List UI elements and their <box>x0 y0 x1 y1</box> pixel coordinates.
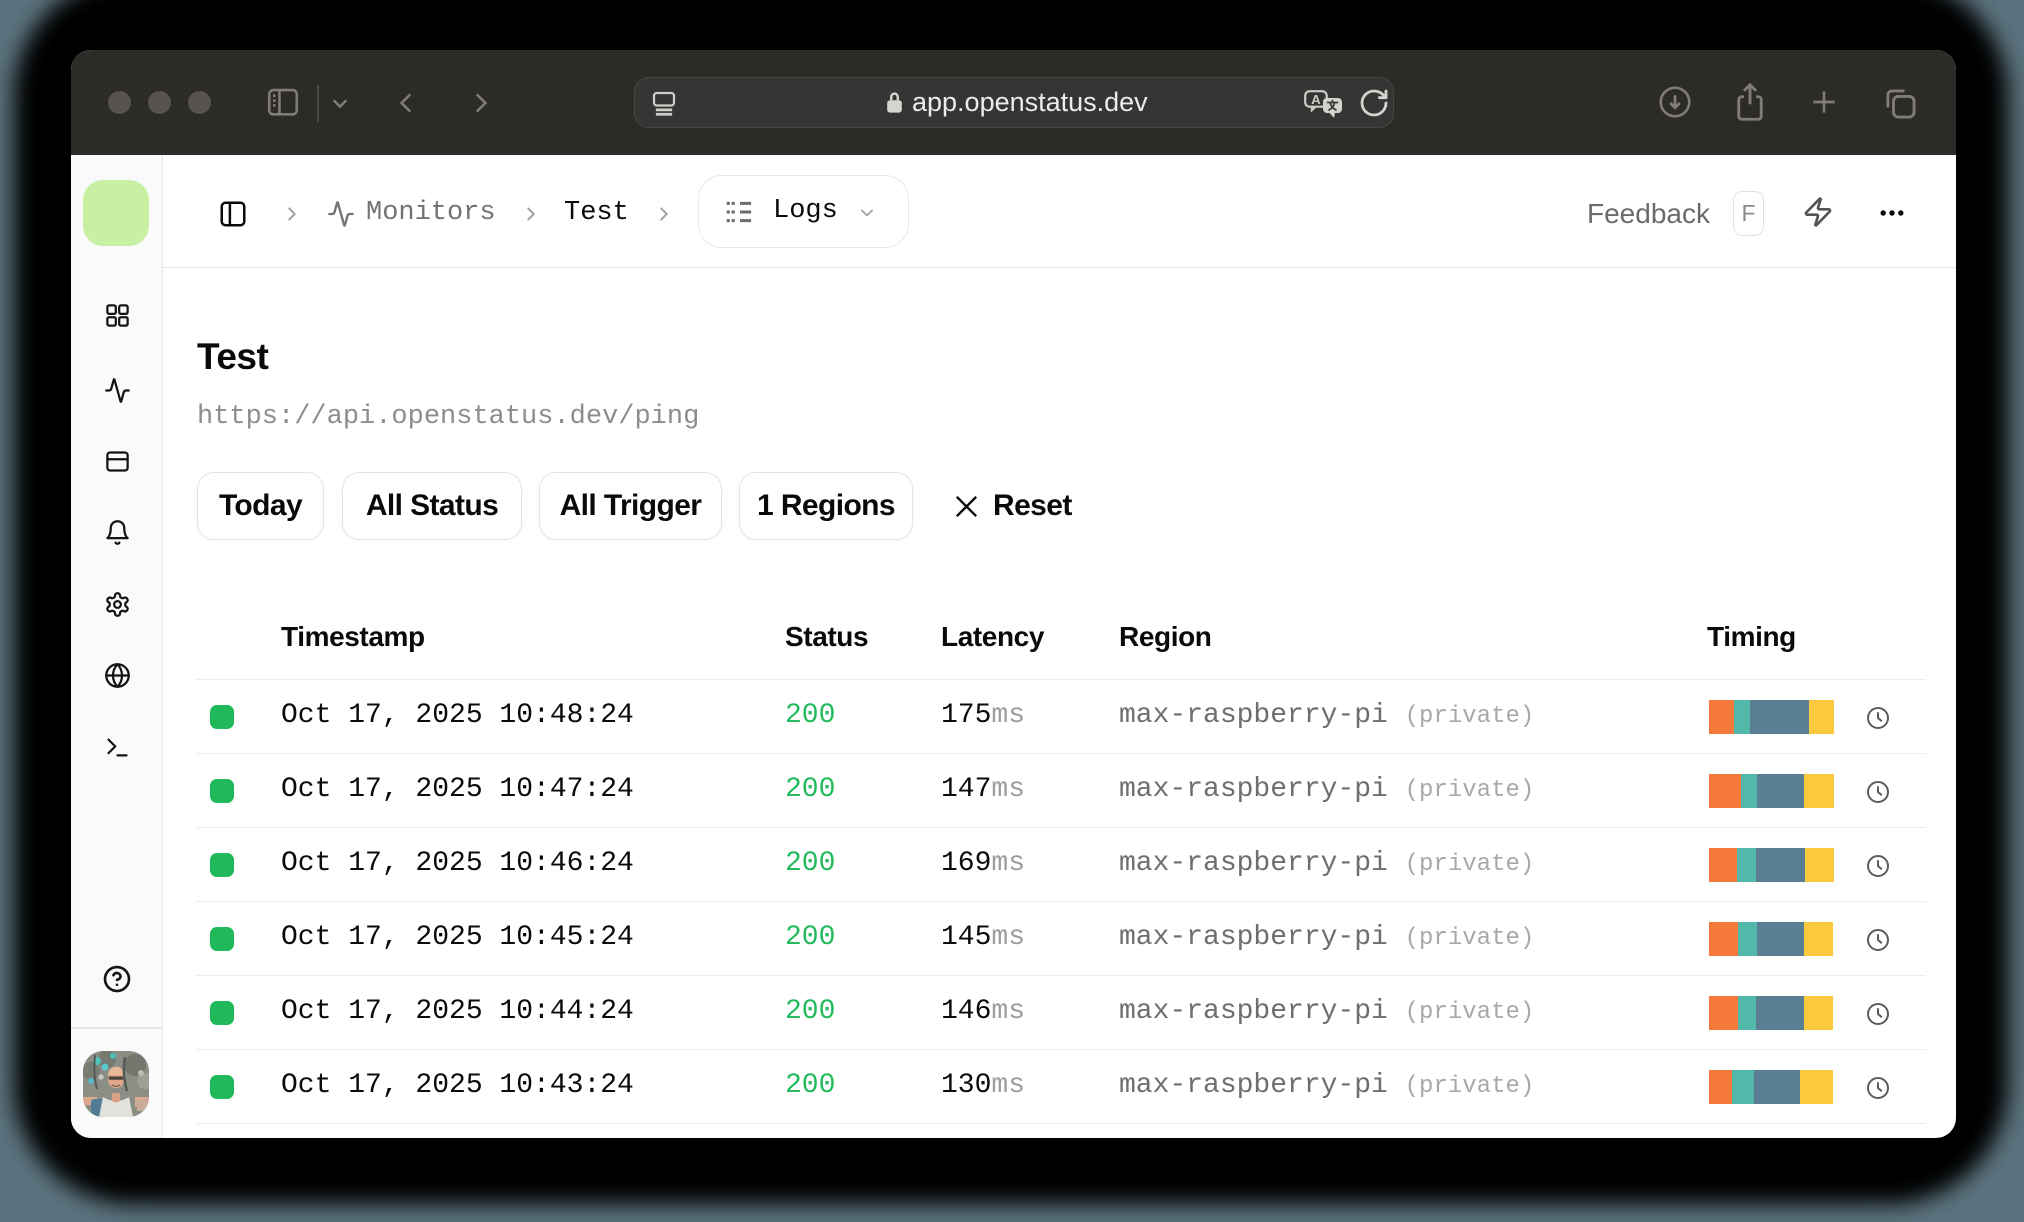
svg-text:A: A <box>1311 92 1321 107</box>
